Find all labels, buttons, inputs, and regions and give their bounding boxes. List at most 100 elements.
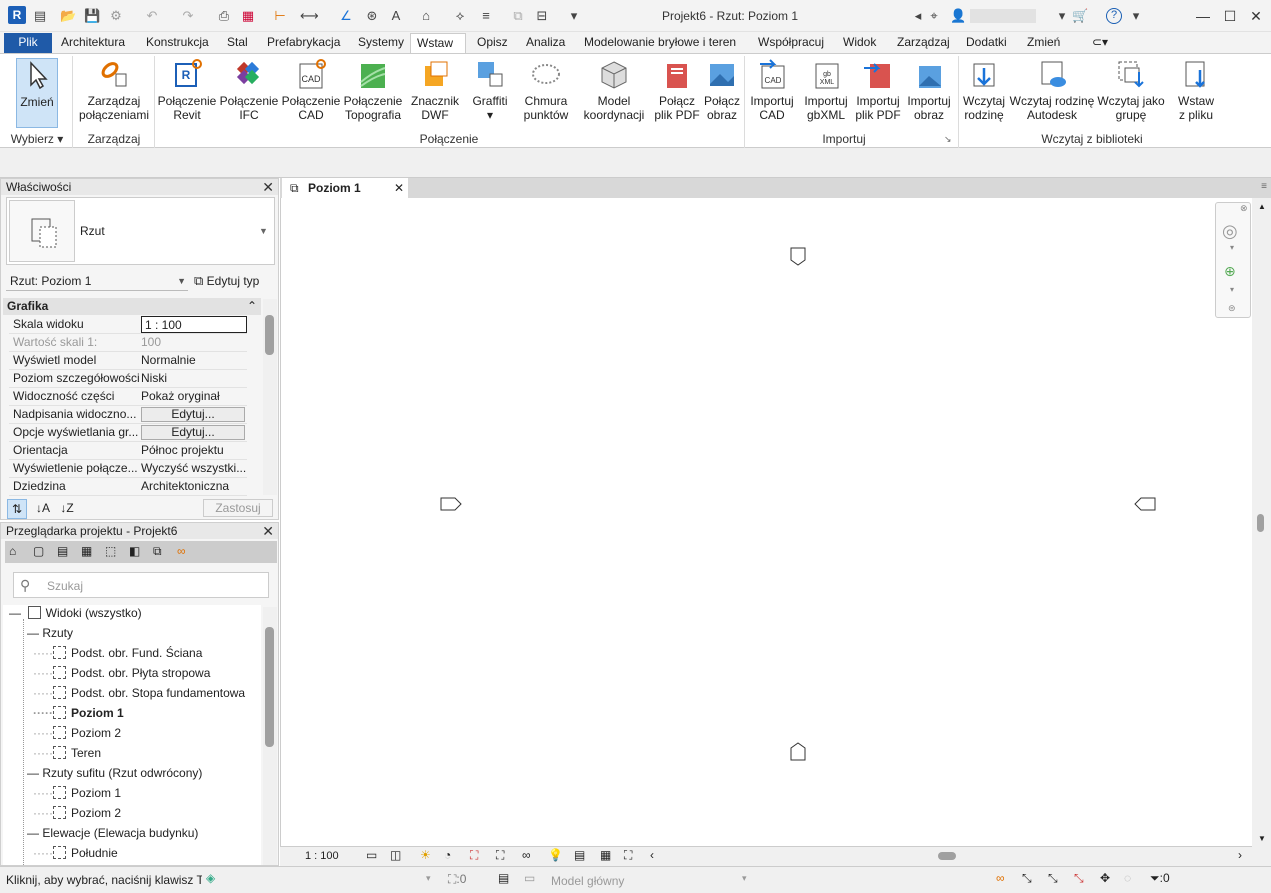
tab-insert[interactable]: Wstaw xyxy=(410,33,466,53)
tab-manage[interactable]: Zarządzaj xyxy=(891,33,956,53)
tab-structure[interactable]: Konstrukcja xyxy=(140,33,215,53)
nav-left-icon[interactable]: ◂ xyxy=(910,8,926,24)
property-value[interactable]: Normalnie xyxy=(141,352,247,369)
families-icon[interactable]: ◧ xyxy=(129,544,140,558)
tab-analyze[interactable]: Analiza xyxy=(520,33,571,53)
tab-menu-icon[interactable]: ≡ xyxy=(1261,181,1267,192)
close-icon[interactable]: ✕ xyxy=(262,523,274,539)
background-process-icon[interactable]: ◌ xyxy=(1124,871,1131,885)
property-value[interactable]: Edytuj... xyxy=(141,407,245,422)
close-button[interactable]: ✕ xyxy=(1245,6,1267,26)
help-icon[interactable]: ? xyxy=(1106,8,1122,24)
app-logo-icon[interactable]: R xyxy=(8,6,26,24)
property-value[interactable]: Niski xyxy=(141,370,247,387)
tree-plans[interactable]: — Rzuty xyxy=(27,623,73,643)
property-value[interactable]: 1 : 100 xyxy=(141,316,247,333)
hscroll-right-icon[interactable]: › xyxy=(1238,848,1242,862)
tree-view-item[interactable]: ····· Poziom 2 xyxy=(33,803,121,823)
property-row[interactable]: Poziom szczegółowości Niski xyxy=(9,370,247,388)
switch-windows-icon[interactable]: ⊟ xyxy=(534,8,550,24)
property-row[interactable]: Skala widoku 1 : 100 xyxy=(9,316,247,334)
close-hidden-icon[interactable]: ⧉ xyxy=(510,8,526,24)
instance-selector[interactable]: Rzut: Poziom 1 ▼ xyxy=(6,271,188,291)
steering-wheel-icon[interactable]: ◎ xyxy=(1222,221,1238,242)
export-icon[interactable]: ▦ xyxy=(240,8,256,24)
section-icon[interactable]: ⟡ xyxy=(452,8,468,24)
close-icon[interactable]: ✕ xyxy=(394,178,404,198)
dwf-markup-button[interactable]: Znacznik DWF xyxy=(404,58,466,130)
sort-descending-icon[interactable]: ↓Z xyxy=(57,499,77,519)
tree-view-item[interactable]: ····· Południe xyxy=(33,843,118,863)
recent-files-icon[interactable]: ▤ xyxy=(32,8,48,24)
link-revit-button[interactable]: R Połączenie Revit xyxy=(156,58,218,130)
categorized-icon[interactable]: ⇅ xyxy=(7,499,27,519)
angle-icon[interactable]: ∠ xyxy=(338,8,354,24)
apply-button[interactable]: Zastosuj xyxy=(203,499,273,517)
property-row[interactable]: Opcje wyświetlania gr... Edytuj... xyxy=(9,424,247,442)
visual-style-icon[interactable]: ◫ xyxy=(390,848,401,862)
tab-annotate[interactable]: Opisz xyxy=(471,33,514,53)
coordination-model-button[interactable]: Model koordynacji xyxy=(578,58,650,130)
active-model[interactable]: Model główny xyxy=(551,874,624,888)
import-pdf-button[interactable]: Importuj plik PDF xyxy=(852,58,904,130)
property-row[interactable]: Wyświetlenie połącze... Wyczyść wszystki.… xyxy=(9,460,247,478)
decal-button[interactable]: Graffiti ▾ xyxy=(466,58,514,130)
chevron-down-icon[interactable]: ▼ xyxy=(259,226,268,236)
drag-select-icon[interactable]: ✥ xyxy=(1100,871,1110,885)
open-icon[interactable]: 📂 xyxy=(60,8,76,24)
property-row[interactable]: Wyświetl model Normalnie xyxy=(9,352,247,370)
property-value[interactable]: Edytuj... xyxy=(141,425,245,440)
help-dropdown-icon[interactable]: ▾ xyxy=(1128,8,1144,24)
close-icon[interactable]: ✕ xyxy=(262,179,274,195)
thin-lines-icon[interactable]: ≡ xyxy=(478,8,494,24)
sun-path-icon[interactable]: ☀ xyxy=(420,848,431,862)
property-row[interactable]: Nadpisania widoczno... Edytuj... xyxy=(9,406,247,424)
cart-icon[interactable]: 🛒 xyxy=(1072,8,1088,24)
tab-view[interactable]: Widok xyxy=(837,33,882,53)
tree-elevations[interactable]: — Elewacje (Elewacja budynku) xyxy=(27,823,198,843)
view-tab-active[interactable]: ⧉ Poziom 1 ✕ xyxy=(282,178,408,198)
main-model-icon[interactable]: ▤ xyxy=(498,871,509,885)
zoom-icon[interactable]: ⊕ xyxy=(1224,263,1236,280)
tab-addins[interactable]: Dodatki xyxy=(960,33,1013,53)
insert-from-file-button[interactable]: Wstaw z pliku xyxy=(1168,58,1224,130)
constraints-icon[interactable]: ⛶ xyxy=(624,848,632,863)
property-row[interactable]: Dziedzina Architektoniczna xyxy=(9,478,247,496)
tag-icon[interactable]: ⊛ xyxy=(364,8,380,24)
property-value[interactable]: Architektoniczna xyxy=(141,478,247,495)
analytical-model-icon[interactable]: ▦ xyxy=(600,848,611,862)
customize-qat-icon[interactable]: ▾ xyxy=(566,8,582,24)
tab-massing[interactable]: Modelowanie bryłowe i teren xyxy=(578,33,742,53)
browser-scrollbar[interactable] xyxy=(263,607,277,865)
minimize-button[interactable]: — xyxy=(1192,6,1214,26)
property-row[interactable]: Widoczność części Pokaż oryginał xyxy=(9,388,247,406)
import-gbxml-button[interactable]: gb XML Importuj gbXML xyxy=(798,58,854,130)
link-ifc-button[interactable]: Połączenie IFC xyxy=(218,58,280,130)
edit-type-button[interactable]: ⧉ Edytuj typ xyxy=(194,272,259,290)
tree-view-item[interactable]: ····· Poziom 2 xyxy=(33,723,121,743)
detail-level-icon[interactable]: ▭ xyxy=(366,848,377,862)
modify-button[interactable]: Zmień xyxy=(16,58,58,128)
tree-view-item[interactable]: ····· Podst. obr. Płyta stropowa xyxy=(33,663,210,683)
tree-view-item[interactable]: ····· Podst. obr. Stopa fundamentowa xyxy=(33,683,245,703)
binoculars-icon[interactable]: ⌖ xyxy=(926,8,942,24)
scroll-thumb[interactable] xyxy=(265,315,274,355)
hscroll-left-icon[interactable]: ‹ xyxy=(650,848,654,862)
property-value[interactable]: Północ projektu xyxy=(141,442,247,459)
sync-icon[interactable]: ⚙ xyxy=(108,8,124,24)
drawing-canvas[interactable]: ⊗ ◎ ▾ ⊕ ▾ ⊜ xyxy=(280,198,1252,846)
user-icon[interactable]: 👤 xyxy=(950,8,966,24)
import-cad-button[interactable]: CAD Importuj CAD xyxy=(746,58,798,130)
tab-architecture[interactable]: Architektura xyxy=(55,33,131,53)
ribbon-toggle-icon[interactable]: ⊂▾ xyxy=(1086,33,1114,53)
view-scale[interactable]: 1 : 100 xyxy=(305,850,339,862)
temporary-hide-icon[interactable]: ∞ xyxy=(522,848,531,862)
tab-systems[interactable]: Systemy xyxy=(352,33,410,53)
worksharing-icon[interactable]: ▤ xyxy=(574,848,585,862)
type-selector[interactable]: Rzut ▼ xyxy=(6,197,275,265)
load-as-group-button[interactable]: Wczytaj jako grupę xyxy=(1096,58,1166,130)
shadows-icon[interactable]: ◔ xyxy=(444,848,451,862)
sheets-icon[interactable]: ⬚ xyxy=(105,544,116,558)
tab-precast[interactable]: Prefabrykacja xyxy=(261,33,346,53)
property-row[interactable]: Orientacja Północ projektu xyxy=(9,442,247,460)
